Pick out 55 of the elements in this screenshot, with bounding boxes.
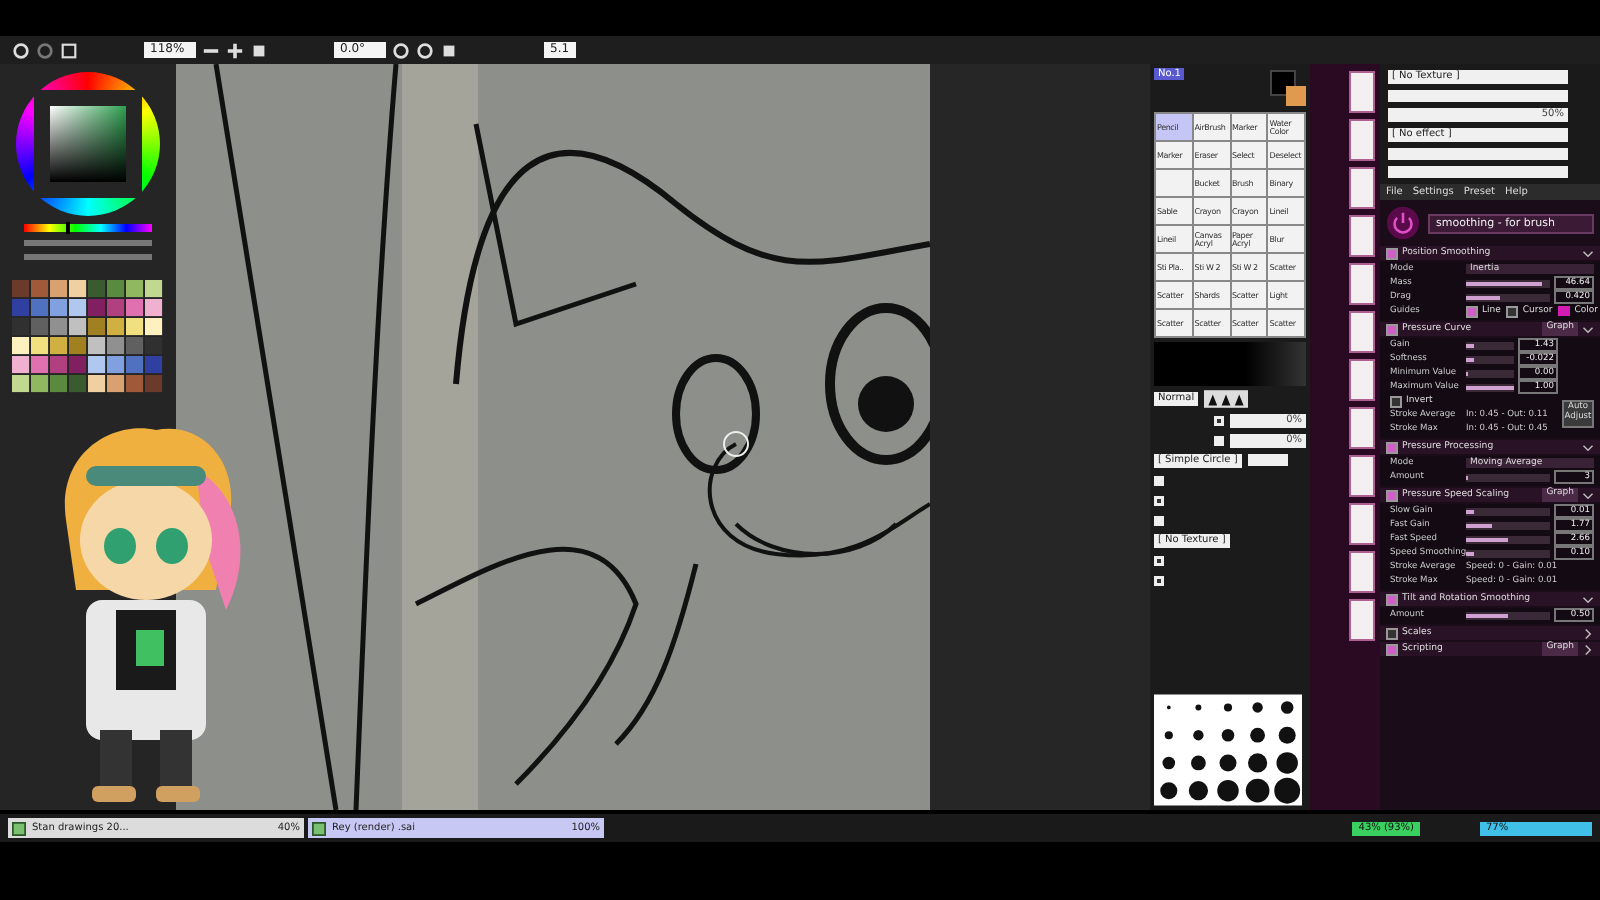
- slider-track[interactable]: [1388, 148, 1568, 160]
- slider-track[interactable]: [1466, 521, 1550, 529]
- color-pair-icon[interactable]: [1270, 70, 1306, 106]
- power-icon[interactable]: [1386, 206, 1420, 240]
- drawing-canvas[interactable]: [176, 64, 930, 810]
- checkbox[interactable]: [1386, 643, 1398, 655]
- checkbox[interactable]: [1386, 247, 1398, 259]
- checkbox[interactable]: [1154, 555, 1164, 565]
- checkbox[interactable]: [1214, 435, 1224, 445]
- slider-track[interactable]: [1466, 355, 1514, 363]
- slider-track[interactable]: [1466, 611, 1550, 619]
- slider-track[interactable]: [1466, 279, 1550, 287]
- slider-track[interactable]: [1388, 166, 1568, 178]
- slider-track[interactable]: [1466, 535, 1550, 543]
- slider-track[interactable]: [1388, 90, 1568, 102]
- chevron-down-icon[interactable]: [1582, 593, 1594, 605]
- slider-track[interactable]: [1466, 507, 1550, 515]
- checkbox[interactable]: [1506, 305, 1519, 317]
- document-icon: [312, 821, 326, 835]
- checkbox[interactable]: [1386, 441, 1398, 453]
- checkbox[interactable]: [1466, 305, 1478, 317]
- checkbox[interactable]: [1154, 475, 1164, 485]
- square-icon[interactable]: [250, 41, 268, 59]
- hue-slider[interactable]: [24, 224, 152, 232]
- color-swatch[interactable]: [1558, 306, 1571, 316]
- checkbox[interactable]: [1386, 323, 1398, 335]
- slider-track[interactable]: [1466, 293, 1550, 301]
- plus-icon[interactable]: [226, 41, 244, 59]
- slider-track[interactable]: [1466, 341, 1514, 349]
- checkbox[interactable]: [1154, 515, 1164, 525]
- slider-track[interactable]: [1466, 369, 1514, 377]
- square-icon[interactable]: [60, 41, 78, 59]
- slider-track[interactable]: [1466, 549, 1550, 557]
- checkbox[interactable]: [1386, 593, 1398, 605]
- chevron-down-icon[interactable]: [1582, 441, 1594, 453]
- chevron-down-icon[interactable]: [1582, 323, 1594, 335]
- slider-track[interactable]: [24, 254, 152, 260]
- checkbox[interactable]: [1154, 575, 1164, 585]
- slider-track[interactable]: [1466, 473, 1550, 481]
- checkbox[interactable]: [1390, 395, 1402, 407]
- document-icon: [12, 821, 26, 835]
- slider-thumb[interactable]: [66, 222, 71, 234]
- checkbox[interactable]: [1214, 415, 1224, 425]
- square-icon[interactable]: [440, 41, 458, 59]
- color-square[interactable]: [50, 106, 126, 182]
- tip-shape-icon[interactable]: [1204, 390, 1249, 408]
- checkbox[interactable]: [1386, 627, 1398, 639]
- brush-size-grid-drawing[interactable]: [1154, 694, 1302, 806]
- checkbox[interactable]: [1386, 489, 1398, 501]
- swatch-grid-drawing[interactable]: [12, 280, 164, 394]
- checkbox[interactable]: [1154, 495, 1164, 505]
- chevron-down-icon[interactable]: [1582, 247, 1594, 259]
- input-field[interactable]: [1247, 454, 1288, 466]
- slider-track[interactable]: [24, 240, 152, 246]
- chevron-down-icon[interactable]: [1582, 489, 1594, 501]
